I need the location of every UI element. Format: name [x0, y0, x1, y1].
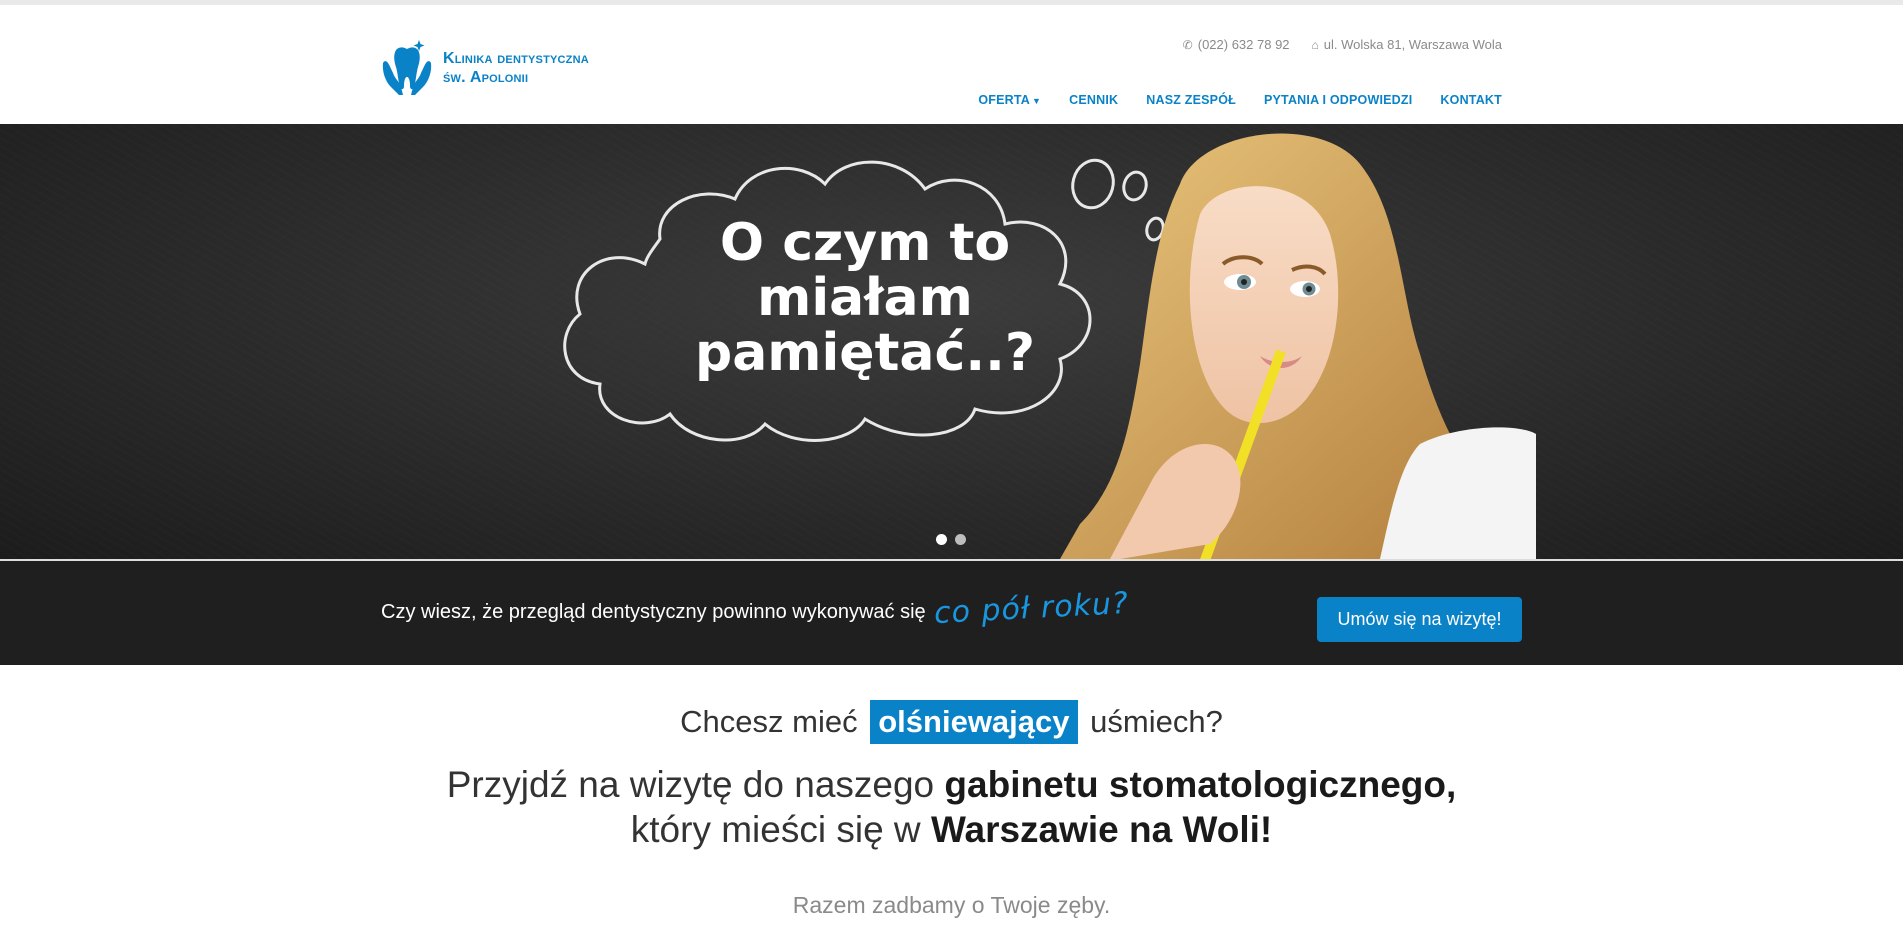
main-nav: OFERTA ▼ CENNIK NASZ ZESPÓŁ PYTANIA I ODP… — [978, 93, 1502, 107]
intro-tagline: Razem zadbamy o Twoje zęby. — [792, 892, 1111, 918]
nav-label: OFERTA — [978, 93, 1031, 107]
logo-line2: św. Apolonii — [443, 69, 529, 86]
reminder-accent: co pół roku? — [932, 585, 1130, 632]
intro-section: Chcesz mieć olśniewający uśmiech? Przyjd… — [0, 700, 1903, 919]
hero-headline: O czym to miałam pamiętać..? — [694, 213, 1036, 383]
home-icon: ⌂ — [1311, 38, 1319, 52]
logo-line1: Klinika dentystyczna — [443, 50, 589, 67]
intro-q-after: uśmiech? — [1090, 704, 1223, 739]
intro-q-highlight: olśniewający — [870, 700, 1078, 744]
slider-dot-1[interactable] — [936, 534, 947, 545]
nav-item-oferta[interactable]: OFERTA ▼ — [978, 93, 1041, 107]
intro-question: Chcesz mieć olśniewający uśmiech? — [0, 700, 1903, 744]
nav-item-kontakt[interactable]: KONTAKT — [1440, 93, 1502, 107]
header-contact: ✆ (022) 632 78 92 ⌂ ul. Wolska 81, Warszaw… — [1183, 37, 1502, 52]
phone-number: (022) 632 78 92 — [1197, 37, 1290, 52]
intro-q-before: Chcesz mieć — [680, 704, 858, 739]
address-text: ul. Wolska 81, Warszawa Wola — [1323, 37, 1502, 52]
intro-p1-a: Przyjdź na wizytę do naszego — [446, 764, 935, 805]
site-header: Klinika dentystyczna św. Apolonii ✆ (022)… — [0, 5, 1903, 124]
phone-info: ✆ (022) 632 78 92 — [1183, 37, 1290, 52]
logo-text: Klinika dentystyczna św. Apolonii — [443, 49, 589, 87]
nav-item-pytania[interactable]: PYTANIA I ODPOWIEDZI — [1264, 93, 1412, 107]
intro-p1-c: który mieści się w — [630, 809, 921, 850]
logo[interactable]: Klinika dentystyczna św. Apolonii — [379, 37, 589, 99]
book-visit-button[interactable]: Umów się na wizytę! — [1317, 597, 1522, 642]
intro-p1-d: Warszawie na Woli! — [930, 809, 1273, 850]
phone-icon: ✆ — [1182, 38, 1193, 52]
nav-item-nasz-zespol[interactable]: NASZ ZESPÓŁ — [1146, 93, 1236, 107]
address-info: ⌂ ul. Wolska 81, Warszawa Wola — [1312, 37, 1502, 52]
reminder-main: Czy wiesz, że przegląd dentystyczny powi… — [381, 601, 926, 623]
nav-item-cennik[interactable]: CENNIK — [1069, 93, 1118, 107]
slider-dots — [936, 534, 966, 545]
woman-thinking-image — [1060, 133, 1536, 559]
intro-p1-b: gabinetu stomatologicznego, — [944, 764, 1457, 805]
intro-paragraph: Przyjdź na wizytę do naszego gabinetu st… — [0, 762, 1903, 852]
slider-dot-2[interactable] — [955, 534, 966, 545]
caret-down-icon: ▼ — [1032, 96, 1042, 106]
reminder-band: Czy wiesz, że przegląd dentystyczny powi… — [0, 559, 1903, 665]
hero-slider: O czym to miałam pamiętać..? — [0, 124, 1903, 559]
reminder-text: Czy wiesz, że przegląd dentystyczny powi… — [381, 586, 1129, 631]
tooth-hands-icon — [382, 40, 432, 95]
